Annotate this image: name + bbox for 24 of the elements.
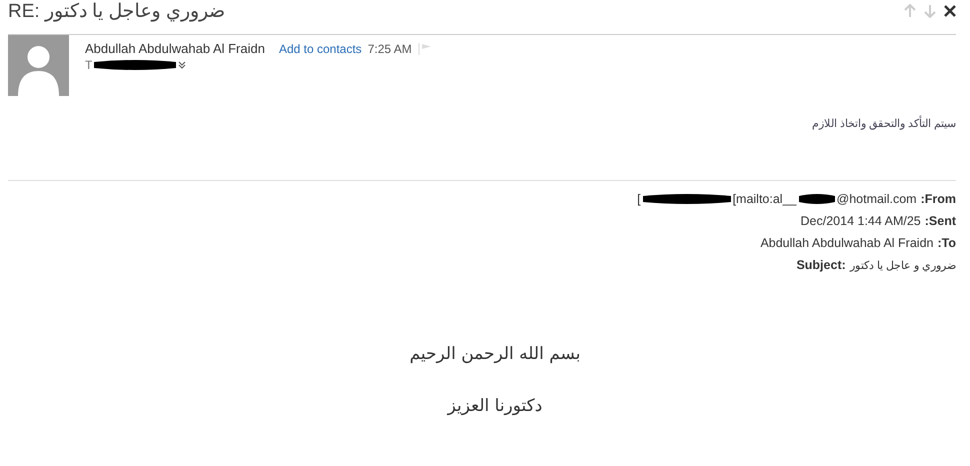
header-value: @hotmail.com xyxy=(836,192,917,206)
close-icon[interactable] xyxy=(944,5,956,17)
to-label: T xyxy=(85,58,92,72)
header-value: Dec/2014 1:44 AM/25 xyxy=(800,214,921,228)
header-value: Abdullah Abdulwahab Al Fraidn xyxy=(760,236,934,250)
up-arrow-icon[interactable] xyxy=(904,4,916,18)
message-time: 7:25 AM xyxy=(368,42,412,56)
expand-icon[interactable] xyxy=(178,61,186,69)
header-label: Subject: xyxy=(796,258,846,272)
flag-icon[interactable] xyxy=(418,42,432,54)
message-subject: RE: ضروري وعاجل يا دكتور xyxy=(8,0,225,23)
header-value: [mailto:al__ xyxy=(732,192,796,206)
greeting-text: بسم الله الرحمن الرحيم xyxy=(410,344,580,364)
header-value: [ xyxy=(637,192,641,206)
header-label: :From xyxy=(920,192,956,206)
header-label: :Sent xyxy=(924,214,956,228)
header-label: :To xyxy=(937,236,956,250)
sender-name: Abdullah Abdulwahab Al Fraidn xyxy=(85,41,265,56)
reply-text: سيتم التأكد والتحقق واتخاذ اللازم xyxy=(812,118,956,130)
header-value: ضروري و عاجل يا دكتور xyxy=(850,258,956,272)
down-arrow-icon[interactable] xyxy=(924,4,936,18)
add-to-contacts-link[interactable]: Add to contacts xyxy=(278,42,362,56)
greeting-text: دكتورنا العزيز xyxy=(448,396,542,416)
redaction-mark xyxy=(796,193,836,205)
